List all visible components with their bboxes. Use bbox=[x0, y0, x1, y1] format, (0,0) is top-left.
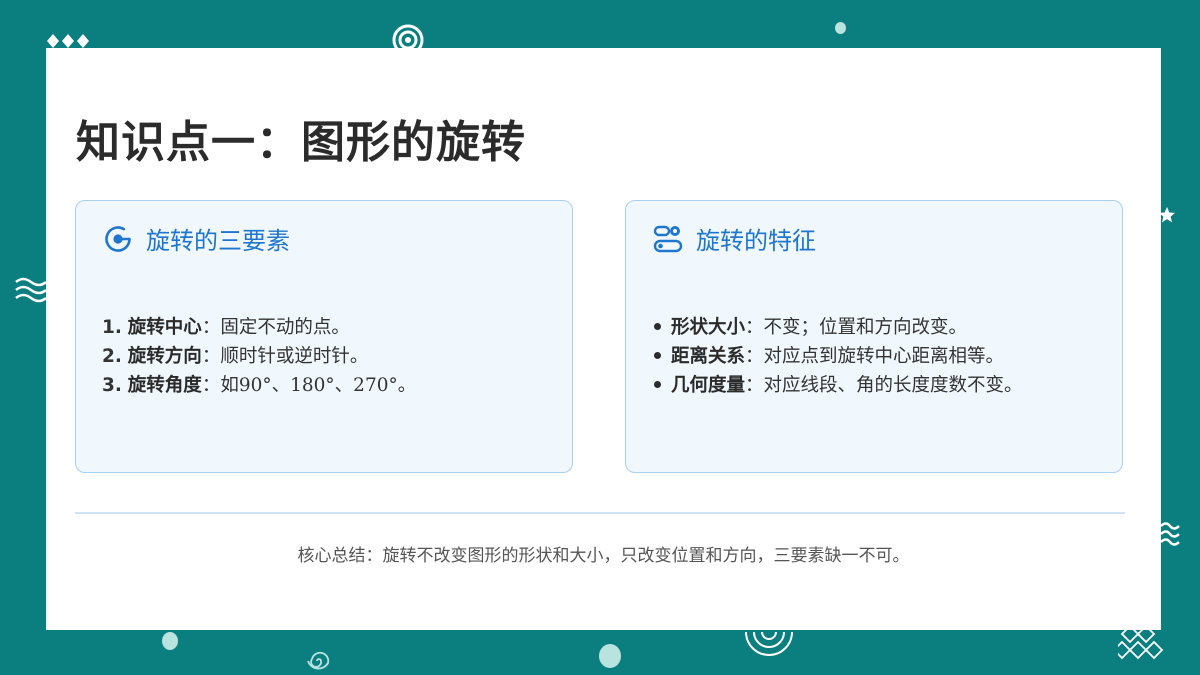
list-item: 2. 旋转方向：顺时针或逆时针。 bbox=[102, 342, 416, 371]
slide-title: 知识点一：图形的旋转 bbox=[76, 117, 526, 168]
features-panel: 旋转的特征 形状大小：不变；位置和方向改变。 距离关系：对应点到旋转中心距离相等… bbox=[625, 200, 1123, 473]
dot-decoration bbox=[835, 22, 846, 34]
toggle-settings-icon bbox=[653, 225, 683, 252]
list-item-desc: 对应线段、角的长度度数不变。 bbox=[763, 375, 1023, 396]
list-item-number: 3. bbox=[102, 375, 122, 396]
divider bbox=[75, 512, 1125, 514]
list-item-term: 旋转中心 bbox=[127, 317, 202, 338]
list-item-term: 几何度量 bbox=[671, 375, 746, 396]
list-item-separator: ： bbox=[201, 317, 221, 338]
list-item-term: 形状大小 bbox=[671, 317, 746, 338]
slide-card: 知识点一：图形的旋转 旋转的三要素 1. 旋转中心：固定不动的点。 2. 旋转方… bbox=[46, 48, 1161, 630]
list-item: 3. 旋转角度：如90°、180°、270°。 bbox=[102, 371, 416, 400]
list-item-desc: 如90°、180°、270°。 bbox=[220, 375, 417, 396]
list-item-desc: 不变；位置和方向改变。 bbox=[763, 317, 968, 338]
list-item-desc: 对应点到旋转中心距离相等。 bbox=[763, 346, 1005, 367]
features-panel-title: 旋转的特征 bbox=[696, 227, 816, 255]
list-item-desc: 固定不动的点。 bbox=[220, 317, 350, 338]
list-item-term: 旋转角度 bbox=[127, 375, 202, 396]
list-item: 几何度量：对应线段、角的长度度数不变。 bbox=[652, 371, 1023, 400]
features-panel-header: 旋转的特征 bbox=[652, 221, 816, 256]
elements-list: 1. 旋转中心：固定不动的点。 2. 旋转方向：顺时针或逆时针。 3. 旋转角度… bbox=[102, 313, 416, 400]
list-item: 1. 旋转中心：固定不动的点。 bbox=[102, 313, 416, 342]
list-item-term: 距离关系 bbox=[671, 346, 746, 367]
list-item: 形状大小：不变；位置和方向改变。 bbox=[652, 313, 1023, 342]
dot-decoration-bottom-left bbox=[162, 632, 178, 650]
swirl-decoration bbox=[745, 631, 793, 656]
bullet-dot-icon bbox=[654, 323, 661, 330]
wave-decoration bbox=[15, 277, 47, 303]
list-item-separator: ： bbox=[745, 317, 764, 338]
dot-decoration-bottom bbox=[599, 644, 621, 668]
wave-decoration-right bbox=[1160, 522, 1180, 546]
features-list: 形状大小：不变；位置和方向改变。 距离关系：对应点到旋转中心距离相等。 几何度量… bbox=[652, 313, 1023, 400]
list-item-separator: ： bbox=[201, 375, 221, 396]
list-item-term: 旋转方向 bbox=[127, 346, 202, 367]
list-item-number: 1. bbox=[102, 317, 122, 338]
list-item-separator: ： bbox=[745, 375, 764, 396]
elements-panel: 旋转的三要素 1. 旋转中心：固定不动的点。 2. 旋转方向：顺时针或逆时针。 … bbox=[75, 200, 573, 473]
list-item: 距离关系：对应点到旋转中心距离相等。 bbox=[652, 342, 1023, 371]
list-item-desc: 顺时针或逆时针。 bbox=[220, 346, 369, 367]
spiral-decoration-bottom bbox=[307, 651, 330, 670]
list-item-number: 2. bbox=[102, 346, 122, 367]
elements-panel-title: 旋转的三要素 bbox=[146, 227, 290, 255]
target-dot-icon bbox=[105, 225, 131, 252]
bullet-dot-icon bbox=[654, 381, 661, 388]
diamond-row-decoration bbox=[47, 34, 89, 48]
summary-text: 核心总结：旋转不改变图形的形状和大小，只改变位置和方向，三要素缺一不可。 bbox=[297, 546, 910, 566]
elements-panel-header: 旋转的三要素 bbox=[102, 221, 290, 256]
list-item-separator: ： bbox=[745, 346, 764, 367]
bullet-dot-icon bbox=[654, 352, 661, 359]
list-item-separator: ： bbox=[201, 346, 221, 367]
